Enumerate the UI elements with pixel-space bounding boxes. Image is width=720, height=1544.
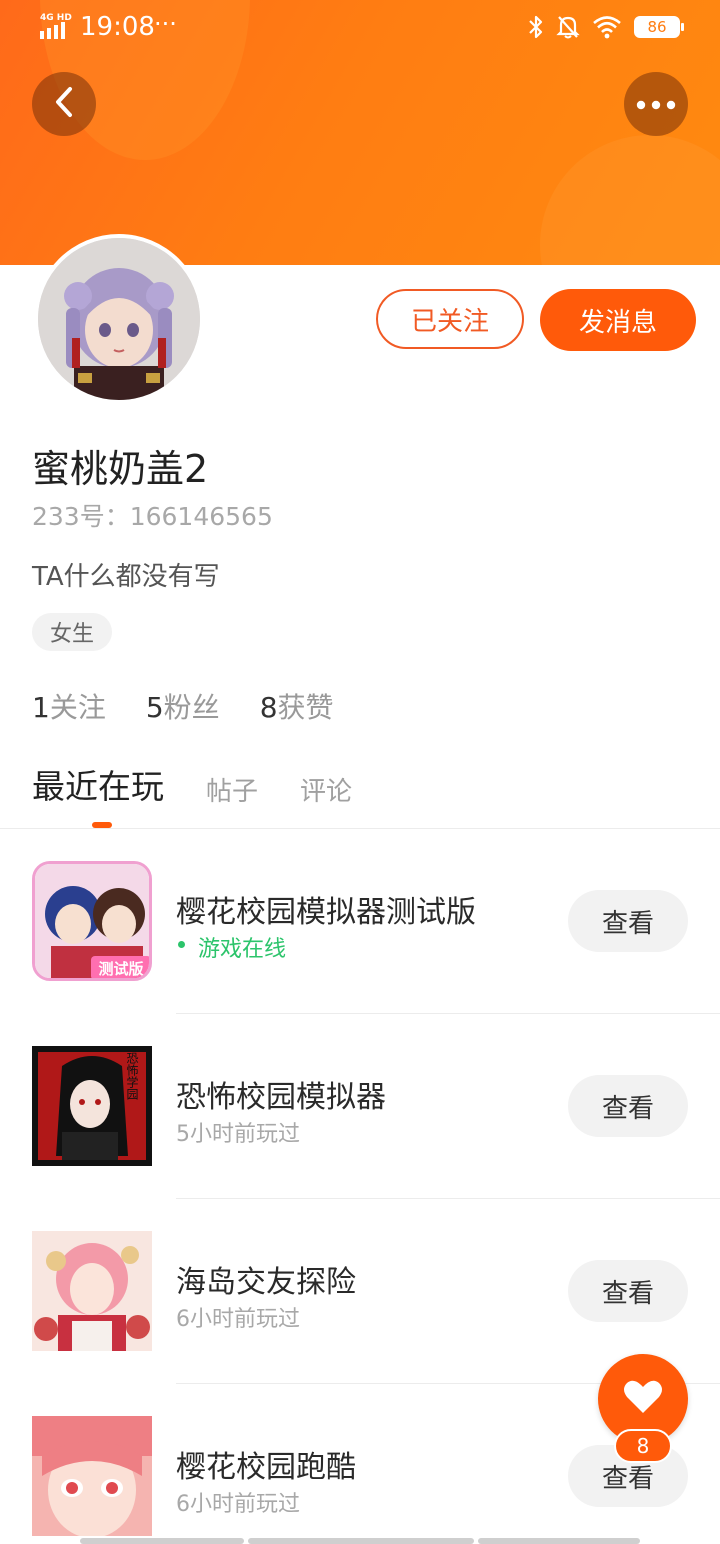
uid-value: 166146565 (129, 502, 273, 531)
notification-dots: ··· (154, 10, 177, 38)
profile-tabs: 最近在玩 帖子 评论 (32, 764, 394, 828)
game-last-played: 6小时前玩过 (176, 1492, 300, 1517)
stat-num: 8 (259, 691, 278, 724)
stat-fans[interactable]: 5粉丝 (146, 686, 220, 726)
stat-label: 粉丝 (163, 691, 220, 724)
game-online-status: 游戏在线 (176, 931, 286, 963)
stat-label: 关注 (49, 691, 106, 724)
signal-icon: 4G HD (38, 13, 72, 41)
stat-likes[interactable]: 8获赞 (260, 686, 334, 726)
game-last-played: 6小时前玩过 (176, 1307, 300, 1332)
stat-num: 5 (145, 691, 164, 724)
game-icon-text: 恐怖学园 (125, 1052, 139, 1101)
status-bar: 4G HD 19:08 ··· 86 (0, 0, 720, 56)
bluetooth-icon (528, 14, 544, 40)
view-game-button[interactable]: 查看 (568, 1260, 688, 1322)
back-icon (52, 86, 76, 122)
game-last-played: 5小时前玩过 (176, 1122, 300, 1147)
game-title: 海岛交友探险 (176, 1265, 356, 1300)
tab-comments[interactable]: 评论 (300, 771, 352, 824)
list-item[interactable]: 海岛交友探险 6小时前玩过 查看 (0, 1199, 720, 1384)
like-count-badge: 8 (614, 1429, 672, 1463)
heart-icon (623, 1379, 663, 1419)
send-message-button[interactable]: 发消息 (540, 289, 696, 351)
game-icon (32, 1416, 152, 1536)
back-button[interactable] (32, 72, 96, 136)
uid-label: 233号： (32, 502, 130, 531)
list-item[interactable]: 测试版 樱花校园模拟器测试版 游戏在线 查看 (0, 829, 720, 1014)
battery-indicator: 86 (634, 16, 684, 38)
game-icon (32, 1231, 152, 1351)
game-title: 恐怖校园模拟器 (176, 1080, 386, 1115)
more-options-button[interactable] (624, 72, 688, 136)
view-game-button[interactable]: 查看 (568, 1075, 688, 1137)
mute-bell-icon (556, 14, 580, 40)
game-title: 樱花校园模拟器测试版 (176, 895, 476, 930)
game-icon: 测试版 (32, 861, 152, 981)
banner-decoration (540, 135, 720, 265)
tab-recently-played[interactable]: 最近在玩 (32, 760, 164, 828)
avatar-image (38, 238, 200, 400)
clock: 19:08 (80, 12, 155, 42)
game-icon: 恐怖学园 (32, 1046, 152, 1166)
profile-uid: 233号：166146565 (32, 497, 273, 533)
tab-posts[interactable]: 帖子 (206, 771, 258, 824)
stat-label: 获赞 (277, 691, 334, 724)
view-game-button[interactable]: 查看 (568, 890, 688, 952)
gender-tag: 女生 (32, 613, 112, 651)
wifi-icon (592, 15, 622, 39)
home-indicator (80, 1538, 640, 1544)
more-icon (636, 95, 676, 114)
profile-bio: TA什么都没有写 (32, 562, 220, 592)
profile-name: 蜜桃奶盖2 (32, 447, 209, 491)
stat-num: 1 (32, 691, 50, 724)
game-title: 樱花校园跑酷 (176, 1450, 356, 1485)
followed-button[interactable]: 已关注 (376, 289, 524, 349)
stat-following[interactable]: 1关注 (32, 686, 106, 726)
game-icon-text: 测试版 (98, 960, 143, 978)
profile-stats: 1关注 5粉丝 8获赞 (32, 686, 334, 726)
list-item[interactable]: 恐怖学园 恐怖校园模拟器 5小时前玩过 查看 (0, 1014, 720, 1199)
avatar[interactable] (34, 234, 204, 404)
